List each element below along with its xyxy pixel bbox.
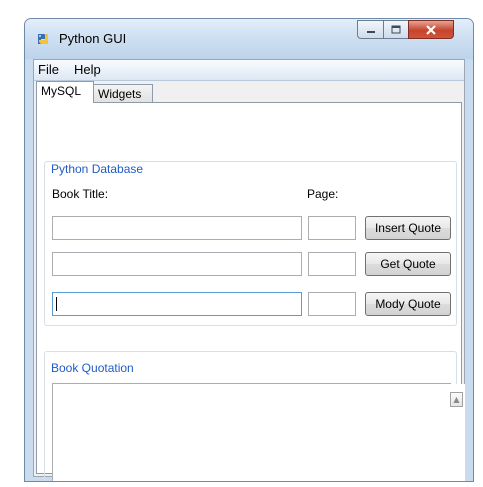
page-input-3[interactable] <box>308 292 356 316</box>
book-title-input-2[interactable] <box>52 252 302 276</box>
maximize-button[interactable] <box>383 20 409 39</box>
menu-help[interactable]: Help <box>74 62 101 77</box>
tab-panel-mysql: Python Database Book Title: Page: Insert… <box>36 102 465 481</box>
insert-quote-button[interactable]: Insert Quote <box>365 216 451 240</box>
app-window: Python GUI File Help MySQL Widgets Pytho… <box>24 18 474 482</box>
window-title: Python GUI <box>59 31 127 46</box>
book-title-input-3[interactable] <box>52 292 302 316</box>
client-area: File Help MySQL Widgets Python Database … <box>33 59 465 481</box>
tab-widgets[interactable]: Widgets <box>93 84 153 103</box>
maximize-icon <box>391 25 401 34</box>
minimize-button[interactable] <box>357 20 384 39</box>
menu-bar: File Help <box>34 60 464 81</box>
close-button[interactable] <box>408 20 454 39</box>
python-database-group-title: Python Database <box>48 162 147 176</box>
mody-quote-button[interactable]: Mody Quote <box>365 292 451 316</box>
scroll-up-arrow-icon[interactable]: ▲ <box>450 392 463 407</box>
get-quote-button[interactable]: Get Quote <box>365 252 451 276</box>
book-quotation-group-title: Book Quotation <box>48 361 137 375</box>
book-title-input-1[interactable] <box>52 216 302 240</box>
title-bar[interactable]: Python GUI <box>25 19 473 59</box>
quotation-textarea[interactable]: ▲ ▼ <box>52 383 465 481</box>
menu-file[interactable]: File <box>38 62 59 77</box>
page-input-2[interactable] <box>308 252 356 276</box>
vertical-scrollbar[interactable]: ▲ ▼ <box>448 384 465 481</box>
text-caret <box>56 297 57 311</box>
close-icon <box>426 24 436 35</box>
page-input-1[interactable] <box>308 216 356 240</box>
minimize-icon <box>366 30 375 33</box>
python-logo-icon <box>38 34 48 44</box>
tab-mysql[interactable]: MySQL <box>36 81 94 103</box>
page-label: Page: <box>307 187 339 201</box>
book-title-label: Book Title: <box>52 187 109 201</box>
